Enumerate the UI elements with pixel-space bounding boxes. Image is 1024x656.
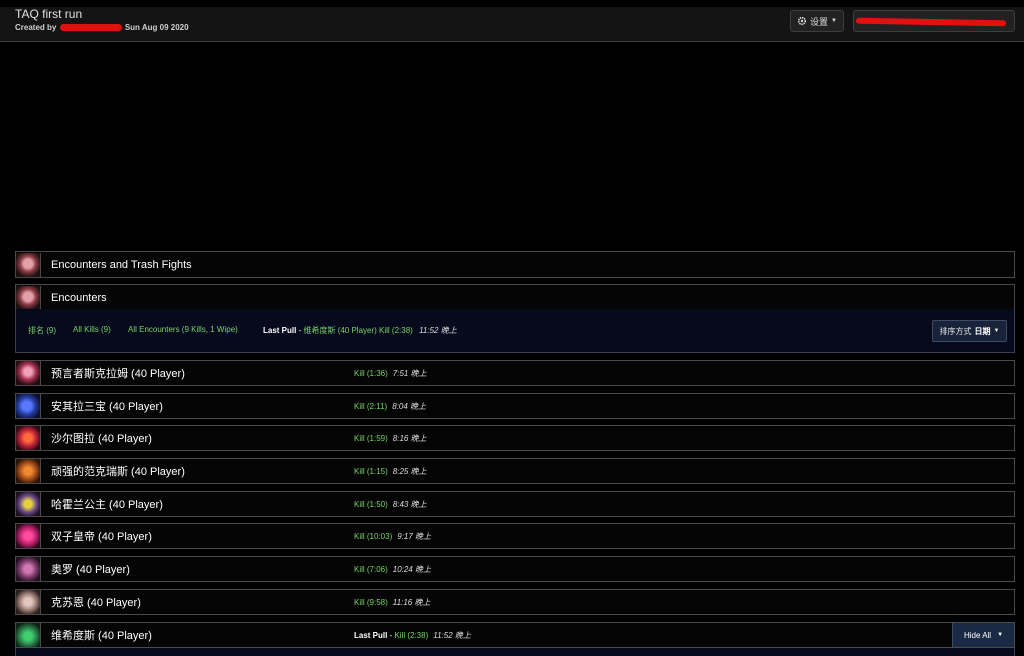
expanded-fight-details <box>15 648 1015 656</box>
fight-row[interactable]: 克苏恩 (40 Player) Kill (9:58) 11:16 晚上 <box>15 589 1015 615</box>
boss-portrait-icon <box>16 623 41 647</box>
fight-result: Kill (1:36) 7:51 晚上 <box>354 368 427 378</box>
fight-time: 8:43 晚上 <box>392 499 427 509</box>
gear-icon <box>797 16 807 26</box>
encounter-filters: 排名 (9) All Kills (9) All Encounters (9 K… <box>15 309 1015 353</box>
fight-row[interactable]: 维希度斯 (40 Player) Last Pull - Kill (2:38)… <box>15 622 1015 648</box>
boss-portrait-icon <box>16 252 41 277</box>
fight-result: Kill (9:58) 11:16 晚上 <box>354 597 431 607</box>
fight-time: 7:51 晚上 <box>392 368 427 378</box>
sort-value: 日期 <box>974 326 991 336</box>
fight-result: Kill (10:03) 9:17 晚上 <box>354 531 432 541</box>
boss-portrait-icon <box>16 524 41 548</box>
created-by-label: Created by <box>15 23 57 32</box>
boss-portrait-icon <box>16 361 41 385</box>
last-pull-summary[interactable]: Last Pull - 维希度斯 (40 Player) Kill (2:38)… <box>263 325 457 336</box>
report-title: TAQ first run <box>15 7 83 21</box>
fight-time: 10:24 晚上 <box>392 564 432 574</box>
redacted-username <box>855 17 1007 27</box>
hide-all-button[interactable]: Hide All ▼ <box>952 623 1014 647</box>
user-account-dropdown[interactable] <box>853 10 1015 32</box>
fight-time: 8:25 晚上 <box>392 466 427 476</box>
all-fights-title: Encounters and Trash Fights <box>51 258 192 271</box>
fight-row[interactable]: 顽强的范克瑞斯 (40 Player) Kill (1:15) 8:25 晚上 <box>15 458 1015 484</box>
fight-name: 预言者斯克拉姆 (40 Player) <box>51 368 185 380</box>
fight-result: Last Pull - Kill (2:38) 11:52 晚上 <box>354 630 471 640</box>
fight-name: 维希度斯 (40 Player) <box>51 630 152 642</box>
encounters-title: Encounters <box>51 291 107 304</box>
sort-by-button[interactable]: 排序方式 日期 ▼ <box>932 320 1007 342</box>
filter-all-encounters[interactable]: All Encounters (9 Kills, 1 Wipe) <box>128 325 238 334</box>
caret-down-icon: ▼ <box>993 328 1000 334</box>
fight-name: 顽强的范克瑞斯 (40 Player) <box>51 466 185 478</box>
fight-name: 哈霍兰公主 (40 Player) <box>51 499 163 511</box>
all-fights-panel[interactable]: Encounters and Trash Fights <box>15 251 1015 278</box>
fight-result: Kill (1:15) 8:25 晚上 <box>354 466 427 476</box>
sort-label: 排序方式 <box>939 326 972 336</box>
boss-portrait-icon <box>16 492 41 516</box>
fight-row[interactable]: 奥罗 (40 Player) Kill (7:06) 10:24 晚上 <box>15 556 1015 582</box>
fight-name: 双子皇帝 (40 Player) <box>51 531 152 543</box>
fight-row[interactable]: 安其拉三宝 (40 Player) Kill (2:11) 8:04 晚上 <box>15 393 1015 419</box>
encounters-panel[interactable]: Encounters <box>15 284 1015 311</box>
fight-name: 沙尔图拉 (40 Player) <box>51 433 152 445</box>
filter-rank[interactable]: 排名 (9) <box>28 325 56 336</box>
fight-row[interactable]: 双子皇帝 (40 Player) Kill (10:03) 9:17 晚上 <box>15 523 1015 549</box>
boss-portrait-icon <box>16 285 41 310</box>
fight-name: 奥罗 (40 Player) <box>51 564 130 576</box>
fight-time: 11:16 晚上 <box>392 597 431 607</box>
settings-label: 设置 <box>810 16 829 27</box>
filter-all-kills[interactable]: All Kills (9) <box>73 325 111 334</box>
fight-result: Kill (1:59) 8:16 晚上 <box>354 433 427 443</box>
report-meta: Created by Sun Aug 09 2020 <box>15 23 189 32</box>
boss-portrait-icon <box>16 459 41 483</box>
last-pull-label: Last Pull <box>263 326 297 335</box>
fight-result: Kill (2:11) 8:04 晚上 <box>354 401 426 411</box>
fight-result: Kill (7:06) 10:24 晚上 <box>354 564 432 574</box>
boss-portrait-icon <box>16 557 41 581</box>
fight-time: 8:16 晚上 <box>392 433 427 443</box>
fight-row[interactable]: 预言者斯克拉姆 (40 Player) Kill (1:36) 7:51 晚上 <box>15 360 1015 386</box>
top-line <box>0 0 1024 7</box>
settings-button[interactable]: 设置 ▼ <box>790 10 844 32</box>
last-pull-label: Last Pull <box>354 630 388 640</box>
fight-time: 8:04 晚上 <box>392 401 426 411</box>
fight-row[interactable]: 哈霍兰公主 (40 Player) Kill (1:50) 8:43 晚上 <box>15 491 1015 517</box>
fight-time: 11:52 晚上 <box>433 630 471 640</box>
boss-portrait-icon <box>16 590 41 614</box>
boss-portrait-icon <box>16 394 41 418</box>
report-date: Sun Aug 09 2020 <box>124 23 189 32</box>
redacted-author <box>59 24 122 32</box>
fight-time: 9:17 晚上 <box>397 531 432 541</box>
hide-all-label: Hide All <box>963 630 992 640</box>
last-pull-text: 维希度斯 (40 Player) Kill (2:38) <box>303 326 413 335</box>
last-pull-time: 11:52 晚上 <box>419 326 457 335</box>
fight-result: Kill (1:50) 8:43 晚上 <box>354 499 427 509</box>
caret-down-icon: ▼ <box>997 632 1004 638</box>
boss-portrait-icon <box>16 426 41 450</box>
caret-down-icon: ▼ <box>831 18 837 24</box>
fight-row[interactable]: 沙尔图拉 (40 Player) Kill (1:59) 8:16 晚上 <box>15 425 1015 451</box>
fight-name: 安其拉三宝 (40 Player) <box>51 401 163 413</box>
fight-name: 克苏恩 (40 Player) <box>51 597 141 609</box>
report-header: TAQ first run Created by Sun Aug 09 2020… <box>0 0 1024 42</box>
